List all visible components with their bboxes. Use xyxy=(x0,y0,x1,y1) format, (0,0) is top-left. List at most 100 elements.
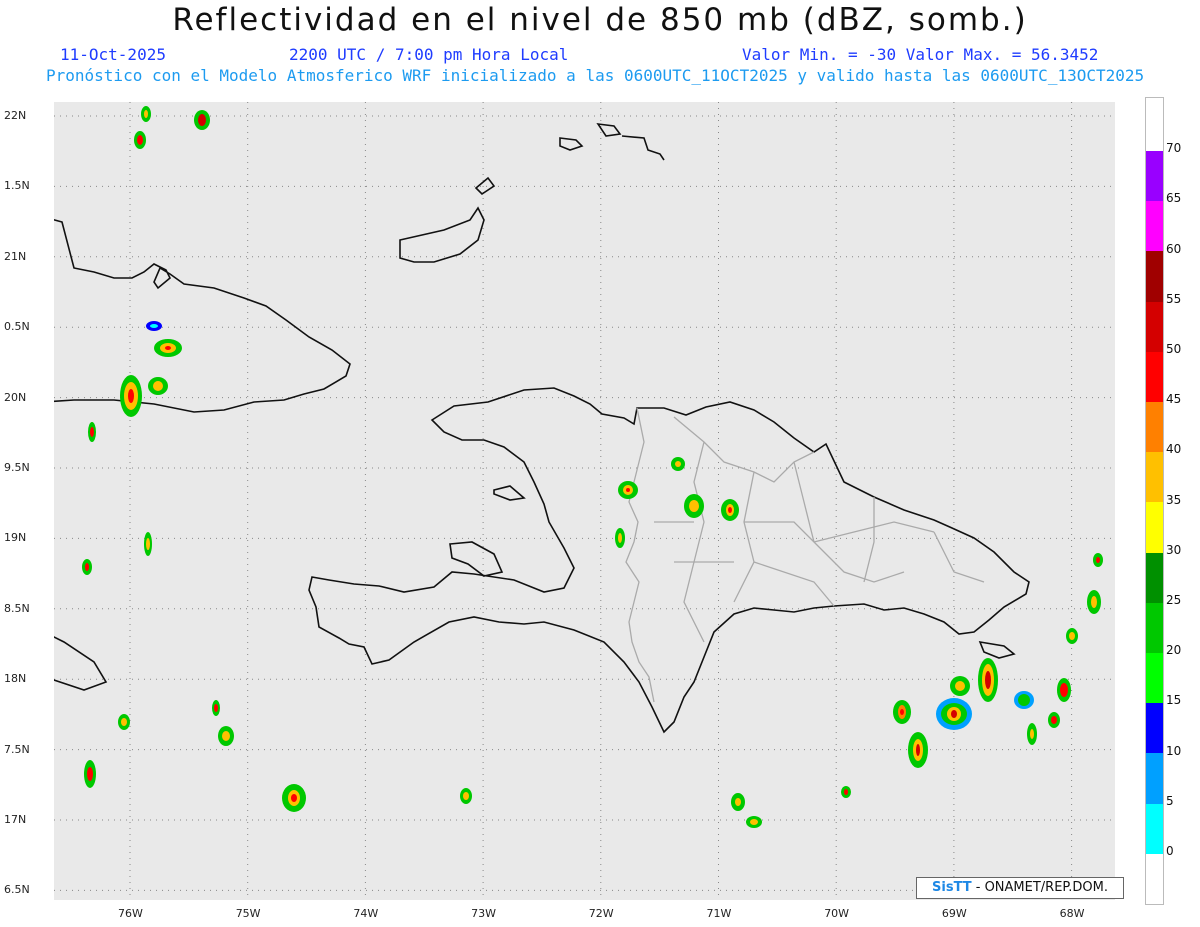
storm-cell xyxy=(950,676,970,696)
tortuga-island xyxy=(493,485,526,501)
colorbar-segment xyxy=(1146,552,1163,603)
hispaniola-coast xyxy=(308,387,1030,734)
colorbar-tick-label: 55 xyxy=(1166,291,1182,306)
colorbar-tick-label: 45 xyxy=(1166,392,1182,407)
credit-org: - ONAMET/REP.DOM. xyxy=(975,880,1108,895)
storm-cell xyxy=(684,494,704,518)
lat-tick-label: 6.5N xyxy=(4,883,30,897)
storm-cell xyxy=(731,793,745,811)
map-panel xyxy=(54,102,1115,900)
storm-cell xyxy=(194,110,210,130)
colorbar-tick-label: 10 xyxy=(1166,743,1182,758)
bahamas-mayaguana xyxy=(474,176,496,196)
min-max-values: Valor Min. = -30 Valor Max. = 56.3452 xyxy=(742,45,1099,64)
cuba-coast xyxy=(54,218,351,413)
lat-tick-label: 7.5N xyxy=(4,742,30,756)
storm-cell xyxy=(460,788,472,804)
storm-cell xyxy=(154,339,182,357)
storm-cell xyxy=(1057,678,1071,702)
province-borders xyxy=(625,407,985,703)
colorbar-tick-label: 65 xyxy=(1166,191,1182,206)
lon-tick-label: 75W xyxy=(235,907,261,920)
lat-tick-label: 8.5N xyxy=(4,601,30,615)
colorbar-tick-label: 25 xyxy=(1166,593,1182,607)
storm-cell xyxy=(148,377,168,395)
colorbar-segment xyxy=(1146,201,1163,252)
lon-tick-label: 69W xyxy=(941,907,967,920)
storm-cell xyxy=(144,532,152,556)
lon-tick-label: 74W xyxy=(353,907,379,920)
colorbar-segment xyxy=(1146,402,1163,453)
colorbar-tick-label: 60 xyxy=(1166,241,1182,256)
lon-tick-label: 76W xyxy=(118,907,143,920)
credit-box: SisTT - ONAMET/REP.DOM. xyxy=(916,877,1124,899)
colorbar-tick-label: 50 xyxy=(1166,342,1182,356)
colorbar-segment xyxy=(1146,251,1163,302)
colorbar-segment xyxy=(1146,301,1163,352)
lon-tick-label: 73W xyxy=(471,907,496,920)
sistt-logo: SisTT xyxy=(932,880,972,895)
haiti-dr-border xyxy=(625,407,655,703)
lon-tick-label: 72W xyxy=(588,907,614,920)
lat-tick-label: 1.5N xyxy=(4,179,30,193)
storm-cell xyxy=(1048,712,1060,728)
storm-cell xyxy=(88,422,96,442)
colorbar-segment xyxy=(1146,602,1163,653)
saona-island xyxy=(978,640,1016,659)
colorbar-tick-label: 0 xyxy=(1166,844,1174,858)
colorbar-segment xyxy=(1146,351,1163,402)
colorbar-tick-label: 15 xyxy=(1166,693,1182,708)
colorbar-tick-label: 40 xyxy=(1166,442,1182,457)
colorbar xyxy=(1145,97,1164,905)
colorbar-tick-label: 20 xyxy=(1166,643,1182,658)
storm-cell xyxy=(134,131,146,149)
forecast-time: 2200 UTC / 7:00 pm Hora Local xyxy=(289,45,569,64)
model-info: Pronóstico con el Modelo Atmosferico WRF… xyxy=(46,66,1145,85)
storm-cell xyxy=(893,700,911,724)
bahamas-inagua xyxy=(399,206,485,263)
lon-tick-label: 71W xyxy=(706,907,732,920)
bahamas-caicos-2 xyxy=(596,122,622,137)
lat-tick-label: 21N xyxy=(4,249,27,263)
colorbar-tick-label: 70 xyxy=(1166,141,1182,156)
storm-cell xyxy=(908,732,928,768)
storm-cell xyxy=(146,321,162,331)
storm-cell xyxy=(615,528,625,548)
storm-cell xyxy=(82,559,92,575)
storm-cell xyxy=(212,700,220,716)
lon-tick-label: 70W xyxy=(824,907,850,920)
lon-tick-label: 68W xyxy=(1059,907,1085,920)
colorbar-tick-label: 5 xyxy=(1166,793,1174,808)
storm-cell xyxy=(84,760,96,788)
lat-tick-label: 17N xyxy=(4,813,27,826)
colorbar-segment xyxy=(1146,753,1163,804)
colorbar-segment xyxy=(1146,452,1163,503)
storm-cell xyxy=(141,106,151,122)
storm-cell xyxy=(1093,553,1103,567)
storm-cell xyxy=(936,698,972,730)
colorbar-tick-label: 35 xyxy=(1166,492,1182,507)
storm-cell xyxy=(218,726,234,746)
forecast-date: 11-Oct-2025 xyxy=(60,45,166,64)
colorbar-segment xyxy=(1146,803,1163,854)
storm-cell xyxy=(671,457,685,471)
storm-cell xyxy=(120,375,142,417)
storm-cell xyxy=(618,481,638,499)
map-canvas xyxy=(54,102,1115,900)
jamaica-coast xyxy=(54,636,108,691)
bahamas-caicos-3 xyxy=(621,135,665,161)
storm-cell xyxy=(282,784,306,812)
colorbar-segment xyxy=(1146,151,1163,202)
storm-cell xyxy=(1087,590,1101,614)
lat-tick-label: 9.5N xyxy=(4,461,30,474)
coastline xyxy=(54,122,1030,734)
storm-cell xyxy=(841,786,851,798)
gonave-island xyxy=(449,541,504,577)
storm-cell xyxy=(1066,628,1078,644)
storm-cell xyxy=(721,499,739,521)
lat-tick-label: 18N xyxy=(4,672,27,686)
lat-tick-label: 20N xyxy=(4,390,27,404)
lat-tick-label: 19N xyxy=(4,531,27,545)
map-title: Reflectividad en el nivel de 850 mb (dBZ… xyxy=(172,2,1028,38)
storm-cell xyxy=(746,816,762,828)
